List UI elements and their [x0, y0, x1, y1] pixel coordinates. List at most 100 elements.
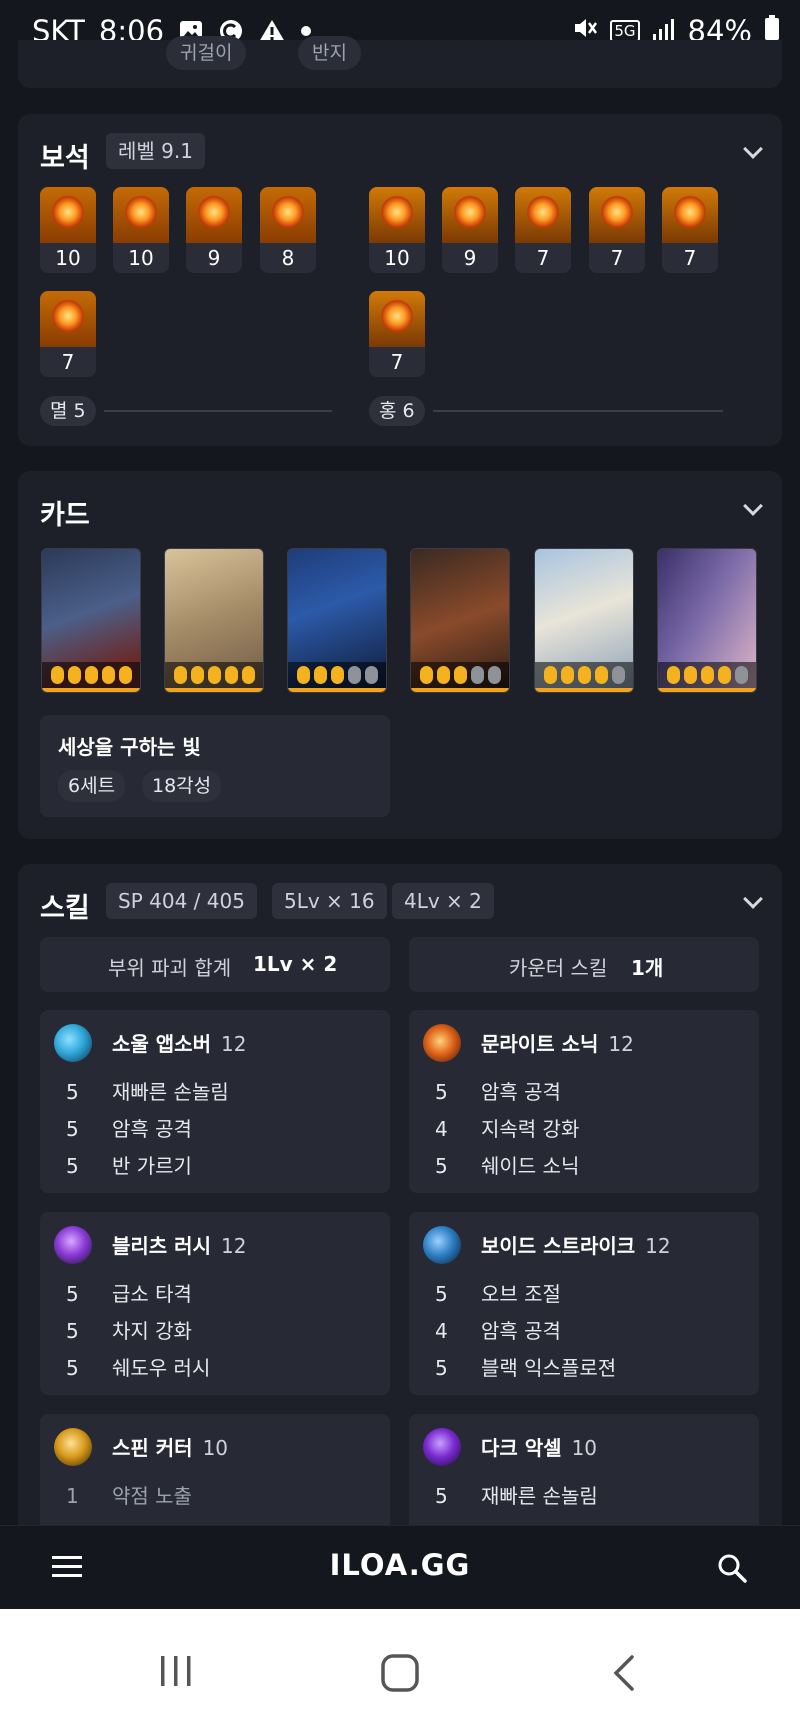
tripod-row: 1 약점 노출: [66, 1480, 192, 1509]
search-icon[interactable]: [716, 1552, 748, 1584]
tripod-name: 오브 조절: [481, 1282, 561, 1306]
skill-item[interactable]: 보이드 스트라이크 12 5 오브 조절 4 암흑 공격 5 블랙 익스플로젼: [409, 1212, 759, 1395]
gem-item[interactable]: 7: [369, 291, 425, 377]
gem-item[interactable]: 10: [369, 187, 425, 273]
gem-level: 10: [55, 246, 81, 270]
tripod-row: 5 재빠른 손놀림: [435, 1480, 598, 1509]
card-item[interactable]: [164, 548, 264, 693]
gem-item[interactable]: 10: [113, 187, 169, 273]
gem-level-tag: 레벨 9.1: [106, 133, 205, 169]
gem-item[interactable]: 7: [662, 187, 718, 273]
tripod-name: 급소 타격: [112, 1282, 192, 1306]
tripod-level: 5: [435, 1154, 448, 1178]
skill-level: 12: [645, 1234, 671, 1258]
card-awakening: [411, 662, 509, 692]
tripod-row: 5 블랙 익스플로젼: [435, 1352, 616, 1381]
tripod-row: 5 차지 강화: [66, 1315, 192, 1344]
skill-name: 블리츠 러시 12: [112, 1230, 246, 1259]
card-item[interactable]: [657, 548, 757, 693]
tripod-name: 암흑 공격: [112, 1117, 192, 1141]
part-break-value: 1Lv × 2: [253, 952, 338, 976]
gem-level: 10: [384, 246, 410, 270]
counter-skill-value: 1개: [631, 956, 664, 980]
gem-item[interactable]: 8: [260, 187, 316, 273]
bottom-app-bar: ILOA.GG: [0, 1525, 800, 1609]
card-set-name: 세상을 구하는 빛: [58, 735, 201, 759]
card-item[interactable]: [410, 548, 510, 693]
tripod-row: 5 암흑 공격: [435, 1076, 561, 1105]
skill-name-text: 보이드 스트라이크: [481, 1234, 636, 1258]
gem-item[interactable]: 9: [186, 187, 242, 273]
card-item[interactable]: [287, 548, 387, 693]
skill-icon: [423, 1428, 461, 1466]
gem-image: [186, 187, 242, 243]
skill-name: 스핀 커터 10: [112, 1432, 228, 1461]
tripod-row: 5 쉐도우 러시: [66, 1352, 210, 1381]
tripod-name: 재빠른 손놀림: [112, 1080, 229, 1104]
crimson-summary: 홍 6: [369, 396, 425, 426]
gem-item[interactable]: 9: [442, 187, 498, 273]
back-button[interactable]: [610, 1653, 638, 1697]
tripod-level: 5: [66, 1356, 79, 1380]
tripod-level: 1: [66, 1484, 79, 1508]
part-break-summary: 부위 파괴 합계 1Lv × 2: [40, 937, 390, 992]
tripod-name: 약점 노출: [112, 1484, 192, 1508]
gem-level: 7: [390, 350, 404, 374]
tripod-row: 4 지속력 강화: [435, 1113, 579, 1142]
gem-image: [40, 291, 96, 347]
skill-item[interactable]: 스핀 커터 10 1 약점 노출: [40, 1414, 390, 1525]
tripod-name: 암흑 공격: [481, 1319, 561, 1343]
menu-icon[interactable]: [52, 1554, 84, 1580]
site-logo[interactable]: ILOA.GG: [0, 1548, 800, 1582]
gem-image: [369, 187, 425, 243]
chevron-down-icon[interactable]: [743, 139, 763, 159]
home-button[interactable]: [380, 1653, 420, 1697]
skill-item[interactable]: 문라이트 소닉 12 5 암흑 공격 4 지속력 강화 5 쉐이드 소닉: [409, 1010, 759, 1193]
card-awakening: [42, 662, 140, 692]
chevron-down-icon[interactable]: [743, 889, 763, 909]
counter-skill-summary: 카운터 스킬 1개: [409, 937, 759, 992]
tripod-row: 5 오브 조절: [435, 1278, 561, 1307]
divider-line: [433, 410, 723, 412]
skill-icon: [423, 1226, 461, 1264]
tripod-row: 5 급소 타격: [66, 1278, 192, 1307]
card-awakening: [288, 662, 386, 692]
skill-item[interactable]: 블리츠 러시 12 5 급소 타격 5 차지 강화 5 쉐도우 러시: [40, 1212, 390, 1395]
tripod-level: 4: [435, 1117, 448, 1141]
system-navigation-bar: [0, 1609, 800, 1716]
tripod-name: 재빠른 손놀림: [481, 1484, 598, 1508]
gem-item[interactable]: 7: [40, 291, 96, 377]
card-awakening: [658, 662, 756, 692]
tripod-row: 5 암흑 공격: [66, 1113, 192, 1142]
card-item[interactable]: [534, 548, 634, 693]
gem-item[interactable]: 7: [515, 187, 571, 273]
gem-level: 10: [128, 246, 154, 270]
tripod-name: 쉐이드 소닉: [481, 1154, 580, 1178]
skill-name: 보이드 스트라이크 12: [481, 1230, 671, 1259]
tripod-name: 암흑 공격: [481, 1080, 561, 1104]
gem-image: [515, 187, 571, 243]
chevron-down-icon[interactable]: [743, 496, 763, 516]
card-set-box: 세상을 구하는 빛 6세트 18각성: [40, 715, 390, 817]
gem-level: 9: [207, 246, 221, 270]
tripod-name: 블랙 익스플로젼: [481, 1356, 617, 1380]
skill-level: 10: [571, 1436, 598, 1460]
skill-item[interactable]: 다크 악셀 10 5 재빠른 손놀림: [409, 1414, 759, 1525]
tripod-level: 5: [435, 1484, 448, 1508]
skill-item[interactable]: 소울 앱소버 12 5 재빠른 손놀림 5 암흑 공격 5 반 가르기: [40, 1010, 390, 1193]
network-5g-badge: 5G: [610, 20, 640, 42]
tripod-level: 5: [66, 1319, 79, 1343]
part-break-label: 부위 파괴 합계: [108, 956, 232, 980]
tripod-level: 5: [66, 1154, 79, 1178]
skill-level: 10: [202, 1436, 229, 1460]
gem-image: [442, 187, 498, 243]
card-item[interactable]: [41, 548, 141, 693]
skill-icon: [54, 1428, 92, 1466]
divider-line: [104, 410, 332, 412]
recent-apps-button[interactable]: [158, 1653, 194, 1693]
gem-level: 7: [61, 350, 75, 374]
gem-item[interactable]: 10: [40, 187, 96, 273]
previous-section-card: [18, 40, 782, 88]
card-set-count: 6세트: [58, 770, 126, 802]
gem-item[interactable]: 7: [589, 187, 645, 273]
